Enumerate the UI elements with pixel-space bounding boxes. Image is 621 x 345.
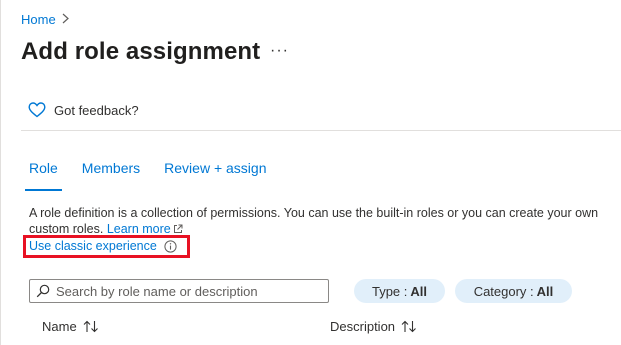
category-filter-pill[interactable]: Category : All [455,279,572,303]
breadcrumb: Home [21,12,69,27]
column-header-description-label: Description [330,319,396,334]
category-filter-value: All [536,283,554,299]
external-link-icon [173,224,183,233]
column-header-name[interactable]: Name [42,319,99,334]
tab-members[interactable]: Members [82,160,140,184]
tab-role[interactable]: Role [25,160,62,191]
sort-icon [83,320,98,333]
page-title: Add role assignment [21,38,261,65]
tab-bar: Role Members Review + assign [25,160,266,191]
learn-more-link[interactable]: Learn more [107,222,183,236]
more-icon[interactable]: ··· [270,42,289,60]
heart-icon [28,102,46,118]
breadcrumb-home-link[interactable]: Home [21,12,56,27]
use-classic-experience-link[interactable]: Use classic experience [29,239,177,253]
type-filter-pill[interactable]: Type : All [354,279,445,303]
left-border [0,0,1,345]
tab-review-assign[interactable]: Review + assign [164,160,266,184]
category-filter-label: Category : [473,283,534,299]
classic-label: Use classic experience [29,239,157,253]
column-header-name-label: Name [42,319,77,334]
column-header-description[interactable]: Description [330,319,417,334]
type-filter-value: All [410,283,428,299]
chevron-right-icon [62,13,69,27]
feedback-button[interactable]: Got feedback? [28,102,139,118]
info-icon[interactable] [164,239,177,253]
search-icon [36,284,50,298]
header-divider [21,130,621,131]
role-search-box[interactable] [29,279,329,303]
search-input[interactable] [56,283,326,299]
sort-icon [401,320,416,333]
type-filter-label: Type : [371,283,408,299]
feedback-label: Got feedback? [54,102,139,118]
learn-more-label: Learn more [106,222,171,236]
role-description: A role definition is a collection of per… [29,205,621,237]
